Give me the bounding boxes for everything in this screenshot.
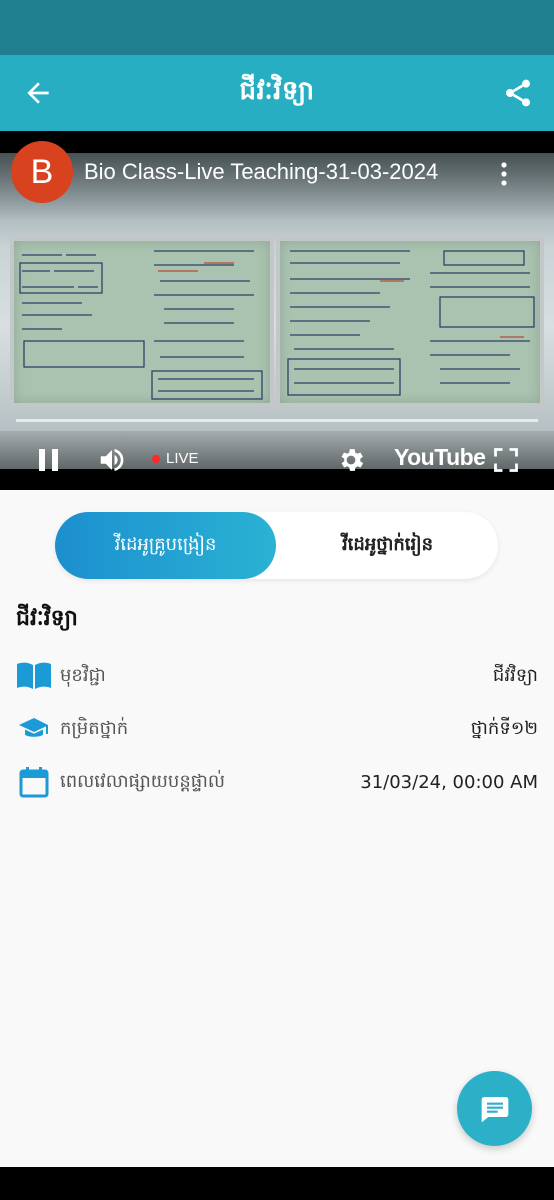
graduation-cap-icon (16, 711, 52, 747)
info-row-broadcast-time: ពេលវេលាផ្សាយបន្តផ្ទាល់ 31/03/24, 00:00 A… (16, 762, 538, 802)
video-title[interactable]: Bio Class-Live Teaching-31-03-2024 (84, 159, 438, 185)
live-indicator: LIVE (152, 450, 199, 467)
broadcast-time-label: ពេលវេលាផ្សាយបន្តផ្ទាល់ (60, 770, 226, 792)
page-title: ជីវៈវិទ្យា (239, 76, 315, 106)
chat-fab-button[interactable] (457, 1071, 532, 1146)
whiteboard-left (10, 237, 274, 407)
system-nav-bar (0, 1167, 554, 1200)
status-bar (0, 0, 554, 55)
book-icon (16, 658, 52, 694)
calendar-icon (16, 764, 52, 800)
grade-label: កម្រិតថ្នាក់ (60, 717, 129, 739)
arrow-left-icon[interactable] (22, 77, 54, 109)
info-row-grade: កម្រិតថ្នាក់ ថ្នាក់ទី១២ (16, 709, 538, 749)
settings-gear-icon[interactable] (336, 445, 366, 475)
tab-class-videos[interactable]: វីដេអូថ្នាក់រៀន (277, 512, 498, 579)
video-player[interactable]: B Bio Class-Live Teaching-31-03-2024 LIV… (0, 131, 554, 490)
whiteboard-right (276, 237, 544, 407)
share-icon[interactable] (502, 77, 534, 109)
pause-icon[interactable] (36, 447, 62, 473)
channel-avatar[interactable]: B (11, 141, 73, 203)
tab-teacher-videos[interactable]: វីដេអូគ្រូបង្រៀន (55, 512, 276, 579)
lesson-title: ជីវៈវិទ្យា (16, 606, 78, 631)
app-bar: ជីវៈវិទ្យា (0, 55, 554, 131)
youtube-logo[interactable]: YouTube (394, 444, 486, 471)
volume-icon[interactable] (96, 445, 128, 475)
fullscreen-icon[interactable] (492, 446, 520, 474)
chat-icon (481, 1096, 508, 1122)
video-progress-bar[interactable] (16, 419, 538, 422)
grade-value: ថ្នាក់ទី១២ (470, 717, 538, 739)
more-vert-icon[interactable] (496, 161, 512, 187)
info-row-subject: មុខវិជ្ជា ជីវវិទ្យា (16, 656, 538, 696)
video-type-toggle: វីដេអូគ្រូបង្រៀន វីដេអូថ្នាក់រៀន (55, 512, 498, 579)
broadcast-time-value: 31/03/24, 00:00 AM (360, 771, 538, 793)
subject-value: ជីវវិទ្យា (492, 664, 538, 686)
subject-label: មុខវិជ្ជា (60, 664, 106, 686)
live-dot-icon (152, 454, 160, 463)
live-label: LIVE (166, 450, 199, 467)
